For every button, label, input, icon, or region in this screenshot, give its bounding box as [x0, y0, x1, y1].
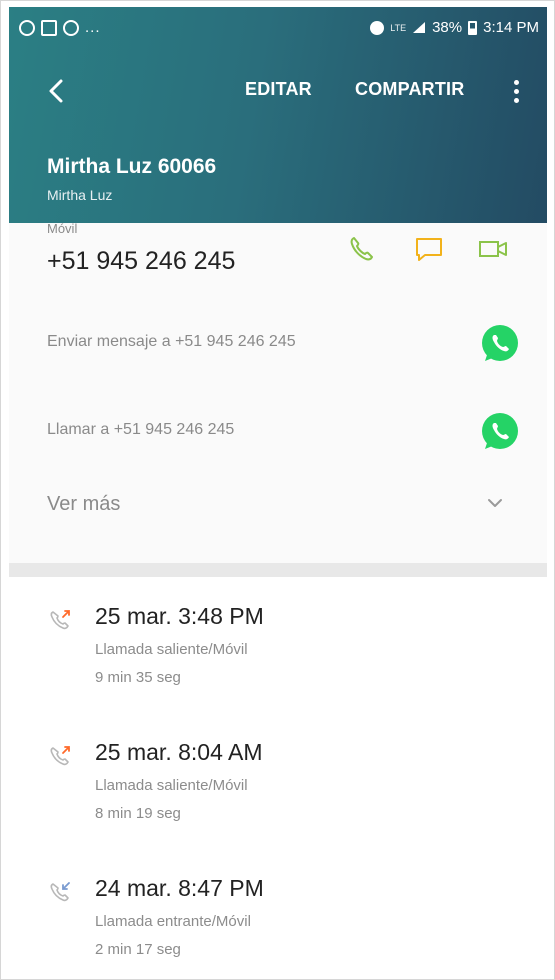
outgoing-call-icon	[50, 610, 70, 630]
more-notifications: ...	[85, 19, 101, 36]
call-duration: 8 min 19 seg	[95, 805, 181, 822]
battery-percent: 38%	[432, 19, 463, 36]
call-date: 25 mar. 3:48 PM	[95, 603, 264, 629]
contact-details: Móvil +51 945 246 245 Enviar mensaje a +…	[9, 221, 547, 979]
call-duration: 2 min 17 seg	[95, 941, 181, 958]
message-icon[interactable]	[413, 233, 445, 265]
back-arrow-icon[interactable]	[37, 71, 77, 111]
battery-icon	[468, 20, 478, 35]
call-type: Llamada entrante/Móvil	[95, 913, 251, 930]
contact-subname: Mirtha Luz	[47, 187, 113, 203]
call-type: Llamada saliente/Móvil	[95, 777, 248, 794]
contact-header: ... LTE 38% 3:14 PM EDITAR COMPARTIR Mir…	[9, 7, 547, 223]
call-log-item[interactable]: 24 mar. 8:47 PM Llamada entrante/Móvil 2…	[47, 871, 507, 979]
whatsapp-notification-icon-2	[63, 19, 79, 36]
whatsapp-icon	[482, 413, 518, 449]
section-divider	[9, 563, 547, 577]
contact-name: Mirtha Luz 60066	[47, 155, 217, 178]
more-options-icon[interactable]	[504, 73, 528, 109]
phone-section: Móvil +51 945 246 245 Enviar mensaje a +…	[9, 221, 547, 563]
call-type: Llamada saliente/Móvil	[95, 641, 248, 658]
whatsapp-message-row[interactable]: Enviar mensaje a +51 945 246 245	[47, 323, 527, 363]
status-left: ...	[19, 19, 101, 36]
whatsapp-icon	[482, 325, 518, 361]
incoming-call-icon	[50, 882, 70, 902]
status-right: LTE 38% 3:14 PM	[370, 19, 539, 36]
outgoing-call-icon	[50, 746, 70, 766]
call-history: 25 mar. 3:48 PM Llamada saliente/Móvil 9…	[9, 577, 547, 979]
whatsapp-call-row[interactable]: Llamar a +51 945 246 245	[47, 411, 527, 451]
edit-button[interactable]: EDITAR	[245, 79, 312, 100]
phone-number[interactable]: +51 945 246 245	[47, 247, 235, 276]
clock: 3:14 PM	[483, 19, 539, 36]
toolbar: EDITAR COMPARTIR	[9, 65, 547, 115]
whatsapp-notification-icon	[19, 19, 35, 36]
phone-type-label: Móvil	[47, 221, 78, 236]
status-bar: ... LTE 38% 3:14 PM	[9, 7, 547, 49]
whatsapp-call-label: Llamar a +51 945 246 245	[47, 421, 235, 438]
image-notification-icon	[41, 19, 57, 36]
video-call-icon[interactable]	[477, 233, 509, 265]
call-log-item[interactable]: 25 mar. 8:04 AM Llamada saliente/Móvil 8…	[47, 735, 507, 845]
signal-icon	[413, 22, 426, 33]
call-duration: 9 min 35 seg	[95, 669, 181, 686]
call-date: 25 mar. 8:04 AM	[95, 739, 263, 765]
see-more-button[interactable]: Ver más	[47, 493, 120, 516]
call-date: 24 mar. 8:47 PM	[95, 875, 264, 901]
alarm-icon	[370, 20, 385, 35]
chevron-down-icon[interactable]	[485, 495, 505, 511]
share-button[interactable]: COMPARTIR	[355, 79, 464, 100]
lte-label: LTE	[390, 22, 407, 33]
call-icon[interactable]	[345, 233, 377, 265]
whatsapp-message-label: Enviar mensaje a +51 945 246 245	[47, 333, 296, 350]
screen-frame: ... LTE 38% 3:14 PM EDITAR COMPARTIR Mir…	[0, 0, 555, 980]
call-log-item[interactable]: 25 mar. 3:48 PM Llamada saliente/Móvil 9…	[47, 599, 507, 709]
